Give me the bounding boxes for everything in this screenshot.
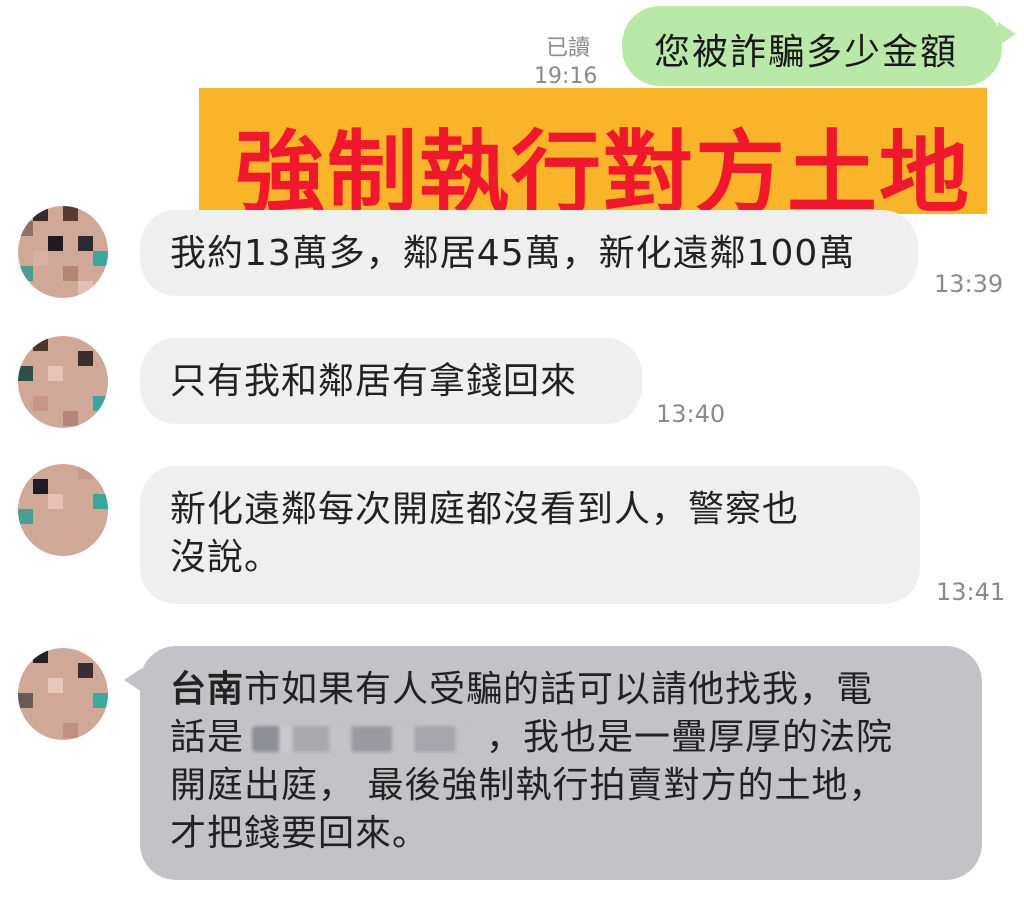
outgoing-message-text: 您被詐騙多少金額 bbox=[654, 32, 959, 73]
message-time: 13:41 bbox=[936, 578, 1006, 606]
message-text: 只有我和鄰居有拿錢回來 bbox=[170, 361, 578, 402]
message-time: 13:39 bbox=[934, 270, 1004, 298]
message-text-line3: 開庭出庭， 最後強制執行拍賣對方的土地， bbox=[170, 765, 886, 806]
message-text: 市如果有人受騙的話可以請他找我，電 bbox=[244, 669, 874, 710]
avatar[interactable] bbox=[18, 464, 108, 556]
read-receipt: 已讀 bbox=[546, 36, 591, 61]
highlighted-message-bubble[interactable]: 台南市如果有人受騙的話可以請他找我，電 話是 ，我也是一疊厚厚的法院 開庭出庭， … bbox=[124, 646, 982, 880]
message-text-line4: 才把錢要回來。 bbox=[170, 813, 430, 854]
incoming-message-bubble[interactable]: 我約13萬多，鄰居45萬，新化遠鄰100萬 bbox=[140, 210, 918, 296]
headline-banner: 強制執行對方土地 bbox=[199, 88, 987, 226]
bubble-tail bbox=[124, 668, 142, 692]
city-name: 台南 bbox=[170, 669, 245, 710]
avatar[interactable] bbox=[18, 648, 108, 740]
avatar[interactable] bbox=[18, 206, 108, 298]
message-text: ，我也是一疊厚厚的法院 bbox=[486, 717, 894, 758]
incoming-message-bubble[interactable]: 新化遠鄰每次開庭都沒看到人，警察也 沒說。 bbox=[140, 466, 920, 604]
message-time: 19:16 bbox=[534, 64, 598, 89]
redacted-phone-number bbox=[252, 726, 479, 752]
chat-screen: 已讀 19:16 您被詐騙多少金額 強制執行對方土地 我約13萬多，鄰居45萬，… bbox=[0, 0, 1024, 907]
message-time: 13:40 bbox=[656, 400, 726, 428]
message-text-line1: 台南市如果有人受騙的話可以請他找我，電 bbox=[170, 666, 873, 714]
avatar[interactable] bbox=[18, 336, 108, 428]
message-text-line2: 話是 ，我也是一疊厚厚的法院 bbox=[170, 714, 893, 762]
incoming-message-bubble[interactable]: 只有我和鄰居有拿錢回來 bbox=[140, 338, 642, 424]
message-text-line1: 新化遠鄰每次開庭都沒看到人，警察也 bbox=[170, 489, 800, 530]
message-text: 話是 bbox=[170, 717, 245, 758]
message-text-line2: 沒說。 bbox=[170, 537, 282, 578]
outgoing-message-bubble[interactable]: 您被詐騙多少金額 bbox=[622, 6, 1016, 86]
message-text: 我約13萬多，鄰居45萬，新化遠鄰100萬 bbox=[170, 233, 856, 274]
bubble-tail bbox=[998, 22, 1016, 46]
